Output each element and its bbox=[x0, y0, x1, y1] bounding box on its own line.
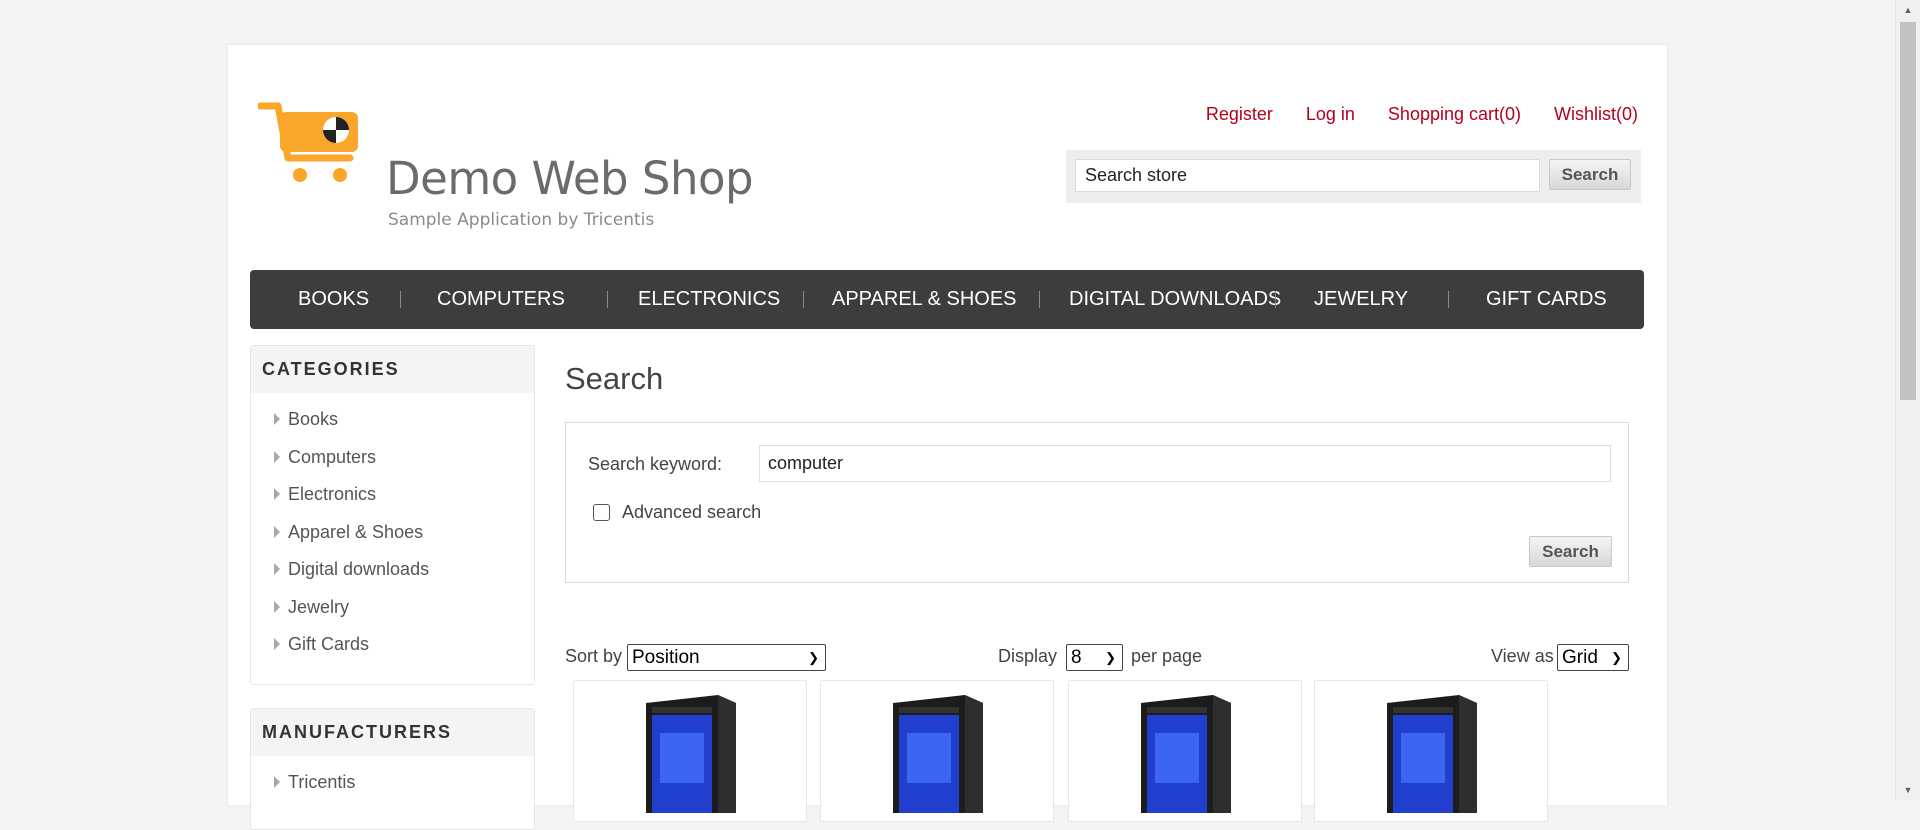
category-label: Gift Cards bbox=[288, 634, 370, 654]
view-mode-value: Grid bbox=[1562, 647, 1598, 668]
categories-title: CATEGORIES bbox=[251, 346, 534, 393]
store-search-button[interactable]: Search bbox=[1549, 159, 1631, 190]
sort-display-row: Sort by Position ❯ Display 8 ❯ per page … bbox=[565, 644, 1629, 674]
sort-by-label: Sort by bbox=[565, 646, 623, 666]
shop-tagline: Sample Application by Tricentis bbox=[388, 210, 655, 230]
sort-by-select[interactable]: Position ❯ bbox=[627, 644, 826, 671]
desktop-pc-image-icon bbox=[1141, 695, 1231, 813]
menu-item-books[interactable]: BOOKS bbox=[298, 270, 369, 329]
desktop-pc-image-icon bbox=[1387, 695, 1477, 813]
manufacturer-item-tricentis[interactable]: Tricentis bbox=[251, 766, 534, 804]
caret-right-icon bbox=[274, 776, 280, 788]
chevron-down-icon: ❯ bbox=[1611, 650, 1622, 665]
shopping-cart-logo-icon bbox=[258, 102, 358, 182]
menu-separator bbox=[1039, 291, 1040, 308]
advanced-search-label[interactable]: Advanced search bbox=[622, 502, 761, 523]
advanced-search-checkbox[interactable] bbox=[593, 504, 610, 521]
product-item[interactable] bbox=[573, 680, 807, 822]
page-size-select[interactable]: 8 ❯ bbox=[1066, 644, 1123, 671]
category-label: Electronics bbox=[288, 484, 377, 504]
login-link[interactable]: Log in bbox=[1306, 104, 1355, 125]
caret-right-icon bbox=[274, 638, 280, 650]
categories-block: CATEGORIES Books Computers Electronics A… bbox=[250, 345, 535, 685]
caret-right-icon bbox=[274, 413, 280, 425]
menu-separator bbox=[1448, 291, 1449, 308]
category-item-gift-cards[interactable]: Gift Cards bbox=[251, 628, 534, 666]
shop-logo[interactable]: Demo Web Shop Sample Application by Tric… bbox=[258, 100, 754, 230]
manufacturer-label: Tricentis bbox=[288, 772, 356, 792]
sort-by-value: Position bbox=[632, 647, 700, 668]
vertical-scrollbar[interactable]: ▲ ▼ bbox=[1895, 0, 1920, 800]
scroll-up-arrow-icon[interactable]: ▲ bbox=[1896, 0, 1920, 20]
view-mode-select[interactable]: Grid ❯ bbox=[1557, 644, 1629, 671]
category-item-books[interactable]: Books bbox=[251, 403, 534, 441]
caret-right-icon bbox=[274, 563, 280, 575]
menu-item-digital-downloads[interactable]: DIGITAL DOWNLOADS bbox=[1069, 270, 1281, 329]
top-menu: BOOKS COMPUTERS ELECTRONICS APPAREL & SH… bbox=[250, 270, 1644, 329]
register-link[interactable]: Register bbox=[1206, 104, 1273, 125]
menu-item-jewelry[interactable]: JEWELRY bbox=[1314, 270, 1408, 329]
menu-item-electronics[interactable]: ELECTRONICS bbox=[638, 270, 780, 329]
desktop-pc-image-icon bbox=[646, 695, 736, 813]
product-item[interactable] bbox=[1314, 680, 1548, 822]
store-search-box: Search bbox=[1066, 150, 1641, 203]
category-item-computers[interactable]: Computers bbox=[251, 441, 534, 479]
caret-right-icon bbox=[274, 600, 280, 613]
search-keyword-input[interactable] bbox=[759, 445, 1611, 482]
category-label: Jewelry bbox=[288, 596, 350, 617]
shop-name: Demo Web Shop bbox=[386, 152, 754, 205]
manufacturers-block: MANUFACTURERS Tricentis bbox=[250, 708, 535, 830]
page-container: Demo Web Shop Sample Application by Tric… bbox=[228, 45, 1667, 830]
search-button[interactable]: Search bbox=[1529, 536, 1612, 567]
menu-separator bbox=[607, 291, 608, 308]
category-label: Apparel & Shoes bbox=[288, 521, 424, 542]
wishlist-link[interactable]: Wishlist(0) bbox=[1554, 104, 1638, 125]
header-links: Register Log in Shopping cart(0) Wishlis… bbox=[1206, 104, 1638, 125]
category-item-electronics[interactable]: Electronics bbox=[251, 478, 534, 516]
product-item[interactable] bbox=[820, 680, 1054, 822]
menu-separator bbox=[803, 291, 804, 308]
category-label: Books bbox=[288, 409, 339, 429]
category-item-jewelry[interactable]: Jewelry bbox=[251, 591, 534, 629]
menu-separator bbox=[1275, 291, 1276, 308]
caret-right-icon bbox=[274, 525, 280, 538]
category-item-digital-downloads[interactable]: Digital downloads bbox=[251, 553, 534, 591]
menu-separator bbox=[400, 291, 401, 308]
caret-right-icon bbox=[274, 488, 280, 500]
scroll-down-arrow-icon[interactable]: ▼ bbox=[1896, 780, 1920, 800]
category-label: Computers bbox=[288, 446, 377, 467]
page-size-value: 8 bbox=[1071, 647, 1082, 668]
category-label: Digital downloads bbox=[288, 559, 430, 579]
scrollbar-thumb[interactable] bbox=[1900, 22, 1916, 400]
store-search-input[interactable] bbox=[1075, 159, 1540, 192]
page-title: Search bbox=[565, 361, 664, 396]
shopping-cart-link[interactable]: Shopping cart(0) bbox=[1388, 104, 1521, 125]
view-as-label: View as bbox=[1491, 646, 1554, 666]
search-keyword-label: Search keyword: bbox=[588, 454, 723, 474]
per-page-label: per page bbox=[1131, 646, 1203, 666]
search-panel: Search keyword: Advanced search Search bbox=[565, 422, 1629, 583]
product-item[interactable] bbox=[1068, 680, 1302, 822]
display-label: Display bbox=[998, 646, 1058, 666]
chevron-down-icon: ❯ bbox=[808, 650, 819, 665]
category-item-apparel-shoes[interactable]: Apparel & Shoes bbox=[251, 516, 534, 554]
menu-item-apparel-shoes[interactable]: APPAREL & SHOES bbox=[832, 270, 1017, 329]
chevron-down-icon: ❯ bbox=[1105, 650, 1116, 665]
caret-right-icon bbox=[274, 450, 280, 463]
desktop-pc-image-icon bbox=[893, 695, 983, 813]
menu-item-gift-cards[interactable]: GIFT CARDS bbox=[1486, 270, 1607, 329]
menu-item-computers[interactable]: COMPUTERS bbox=[437, 270, 565, 329]
manufacturers-title: MANUFACTURERS bbox=[251, 709, 534, 756]
